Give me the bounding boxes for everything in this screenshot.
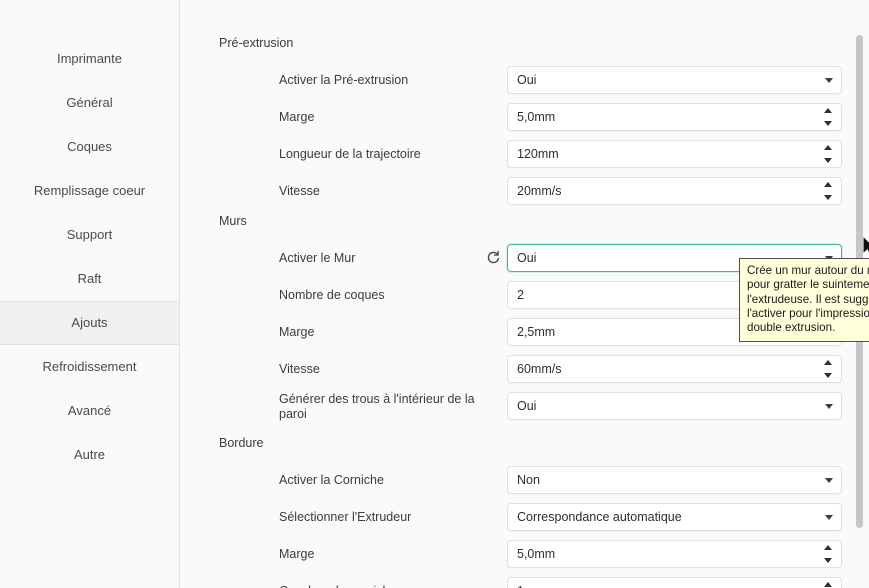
setting-label: Couches de corniche [279, 584, 494, 588]
sidebar-item-label: Coques [67, 139, 112, 154]
setting-number-input[interactable]: 1 [507, 577, 842, 588]
setting-label: Vitesse [279, 362, 494, 377]
chevron-down-icon[interactable] [819, 393, 841, 419]
sidebar-item-label: Avancé [68, 403, 111, 418]
setting-value: 5,0mm [517, 547, 817, 561]
setting-select[interactable]: Non [507, 466, 842, 494]
setting-value: 1 [517, 584, 817, 588]
setting-label: Activer le Mur [279, 251, 494, 266]
sidebar-item-label: Autre [74, 447, 105, 462]
setting-select[interactable]: Oui [507, 392, 842, 420]
sidebar-item-avanc[interactable]: Avancé [0, 389, 179, 433]
setting-value: Oui [517, 73, 819, 87]
setting-label: Marge [279, 547, 494, 562]
sidebar-item-label: Remplissage coeur [34, 183, 145, 198]
sidebar-item-label: Refroidissement [43, 359, 137, 374]
sidebar-item-g-n-ral[interactable]: Général [0, 81, 179, 125]
setting-label: Activer la Pré-extrusion [279, 73, 494, 88]
setting-label: Longueur de la trajectoire [279, 147, 494, 162]
sidebar-item-label: Support [67, 227, 113, 242]
setting-select[interactable]: Correspondance automatique [507, 503, 842, 531]
setting-label: Sélectionner l'Extrudeur [279, 510, 494, 525]
setting-value: 20mm/s [517, 184, 817, 198]
setting-label: Marge [279, 110, 494, 125]
settings-window: Imprimante Général Coques Remplissage coeur… [0, 0, 869, 588]
sidebar-item-ajouts[interactable]: Ajouts [0, 301, 179, 345]
setting-select[interactable]: Oui [507, 66, 842, 94]
chevron-down-icon[interactable] [819, 467, 841, 493]
setting-label: Générer des trous à l'intérieur de la pa… [279, 392, 494, 422]
sidebar-item-label: Imprimante [57, 51, 122, 66]
sidebar-item-imprimante[interactable]: Imprimante [0, 37, 179, 81]
sidebar-item-coques[interactable]: Coques [0, 125, 179, 169]
spinner-stepper-icon[interactable] [817, 178, 841, 204]
spinner-stepper-icon[interactable] [817, 356, 841, 382]
section-heading: Bordure [219, 436, 263, 450]
chevron-down-icon[interactable] [819, 67, 841, 93]
sidebar-item-label: Raft [78, 271, 102, 286]
setting-value: 5,0mm [517, 110, 817, 124]
setting-value: 60mm/s [517, 362, 817, 376]
sidebar-item-refroidissement[interactable]: Refroidissement [0, 345, 179, 389]
setting-label: Nombre de coques [279, 288, 494, 303]
chevron-down-icon[interactable] [819, 504, 841, 530]
section-heading: Murs [219, 214, 247, 228]
setting-value: Non [517, 473, 819, 487]
section-heading: Pré-extrusion [219, 36, 293, 50]
setting-label: Vitesse [279, 184, 494, 199]
setting-value: 120mm [517, 147, 817, 161]
setting-label: Activer la Corniche [279, 473, 494, 488]
tooltip-popup: Crée un mur autour du modèle pour gratte… [739, 258, 869, 342]
sidebar-item-raft[interactable]: Raft [0, 257, 179, 301]
sidebar-item-autre[interactable]: Autre [0, 433, 179, 477]
settings-sidebar: Imprimante Général Coques Remplissage coeur… [0, 0, 180, 588]
setting-value: Oui [517, 399, 819, 413]
settings-main-panel: Pré-extrusion Activer la Pré-extrusion Oui… [180, 0, 869, 588]
spinner-stepper-icon[interactable] [817, 104, 841, 130]
spinner-stepper-icon[interactable] [817, 541, 841, 567]
setting-label: Marge [279, 325, 494, 340]
setting-number-input[interactable]: 120mm [507, 140, 842, 168]
spinner-stepper-icon[interactable] [817, 141, 841, 167]
sidebar-item-support[interactable]: Support [0, 213, 179, 257]
reset-revert-icon[interactable] [486, 250, 501, 265]
sidebar-item-remplissage-coeur[interactable]: Remplissage coeur [0, 169, 179, 213]
setting-number-input[interactable]: 5,0mm [507, 540, 842, 568]
setting-value: Correspondance automatique [517, 510, 819, 524]
sidebar-item-label: Ajouts [71, 315, 107, 330]
sidebar-item-label: Général [66, 95, 112, 110]
spinner-stepper-icon[interactable] [817, 578, 841, 588]
setting-number-input[interactable]: 20mm/s [507, 177, 842, 205]
setting-number-input[interactable]: 5,0mm [507, 103, 842, 131]
setting-number-input[interactable]: 60mm/s [507, 355, 842, 383]
